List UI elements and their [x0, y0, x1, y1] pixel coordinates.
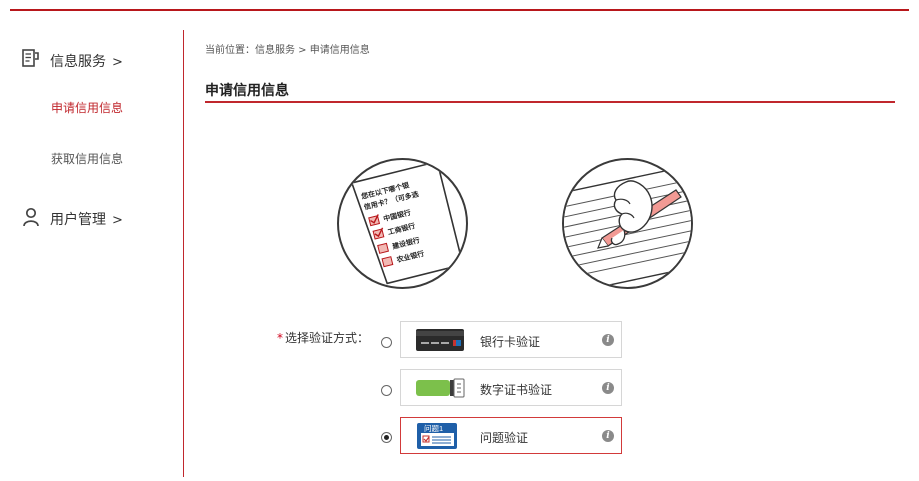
info-icon[interactable]: i	[602, 430, 614, 442]
radio-bank-card[interactable]	[381, 337, 392, 348]
option-label: 银行卡验证	[480, 335, 541, 349]
info-icon[interactable]: i	[602, 382, 614, 394]
option-question-verify[interactable]: 问题1 问题验证	[400, 417, 622, 454]
user-icon	[22, 207, 40, 231]
usb-key-icon	[415, 376, 465, 400]
checklist-illustration: 您在以下哪个银 信用卡？（可多选 中国银行 工商银行 建设银行 农业银行	[337, 158, 468, 289]
sidebar-group-label: 用户管理 >	[50, 212, 123, 228]
option-label: 数字证书验证	[480, 383, 553, 397]
sidebar-group-info-service[interactable]: 信息服务 >	[22, 49, 123, 73]
required-mark: *	[277, 331, 283, 345]
info-icon[interactable]: i	[602, 334, 614, 346]
sidebar-item-get-credit-info[interactable]: 获取信用信息	[51, 150, 123, 167]
chevron-right-icon: >	[112, 55, 123, 70]
document-icon	[22, 49, 40, 73]
page-title: 申请信用信息	[205, 83, 289, 99]
sidebar-group-label: 信息服务 >	[50, 54, 123, 70]
sidebar-divider	[183, 30, 184, 477]
bank-card-icon	[415, 328, 465, 352]
option-digital-certificate-verify[interactable]: 数字证书验证	[400, 369, 622, 406]
radio-question[interactable]	[381, 432, 392, 443]
question-form-icon-text: 问题1	[424, 424, 443, 433]
option-label: 问题验证	[480, 431, 529, 445]
chevron-right-icon: >	[112, 213, 123, 228]
radio-digital-certificate[interactable]	[381, 385, 392, 396]
question-form-icon: 问题1	[415, 422, 461, 450]
breadcrumb: 当前位置：信息服务 > 申请信用信息	[205, 45, 370, 56]
sidebar-item-apply-credit-info[interactable]: 申请信用信息	[51, 99, 123, 116]
title-underline	[205, 101, 895, 103]
sidebar	[0, 11, 185, 481]
option-bank-card-verify[interactable]: 银行卡验证	[400, 321, 622, 358]
verify-method-label: * 选择验证方式：	[277, 331, 370, 345]
sidebar-group-user-management[interactable]: 用户管理 >	[22, 207, 123, 231]
writing-hand-illustration	[562, 158, 693, 289]
